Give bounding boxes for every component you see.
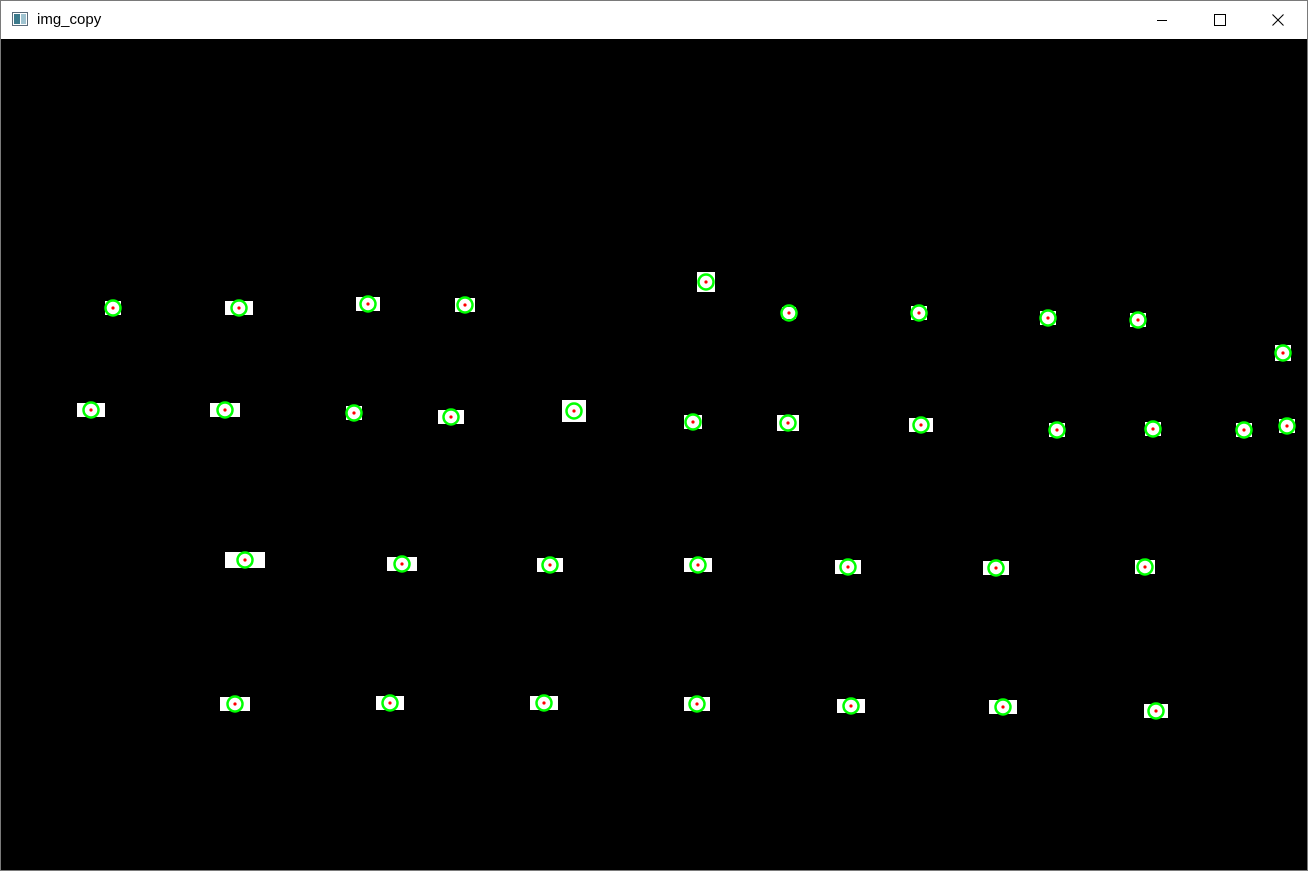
red-center-dot [846, 565, 850, 569]
detected-blob-marker [537, 556, 563, 574]
red-center-dot [352, 411, 356, 415]
detected-blob-marker [530, 694, 558, 712]
detected-blob-marker [1235, 421, 1253, 439]
red-center-dot [695, 702, 699, 706]
red-center-dot [1242, 428, 1246, 432]
detected-blob-marker [562, 400, 586, 422]
red-center-dot [572, 409, 576, 413]
detected-blob-marker [989, 698, 1017, 716]
detected-blob-marker [104, 299, 122, 317]
red-center-dot [786, 421, 790, 425]
detected-blob-marker [684, 695, 710, 713]
opencv-window-icon [12, 12, 28, 26]
detected-blob-marker [909, 416, 933, 434]
detected-blob-marker [77, 401, 105, 419]
maximize-icon [1214, 14, 1226, 26]
red-center-dot [223, 408, 227, 412]
red-center-dot [89, 408, 93, 412]
red-center-dot [994, 566, 998, 570]
close-icon [1272, 14, 1284, 26]
red-center-dot [400, 562, 404, 566]
red-center-dot [449, 415, 453, 419]
detection-markers [77, 272, 1296, 720]
maximize-button[interactable] [1191, 1, 1249, 39]
detected-blob-marker [777, 414, 799, 432]
window-title: img_copy [37, 11, 102, 28]
image-window: img_copy [0, 0, 1308, 871]
detected-blob-marker [225, 299, 253, 317]
detected-blob-marker [356, 295, 380, 313]
image-canvas[interactable] [1, 39, 1307, 870]
detected-blob-marker [376, 694, 404, 712]
detected-blob-marker [910, 304, 928, 322]
detected-blob-marker [387, 555, 417, 573]
title-bar[interactable]: img_copy [1, 1, 1307, 39]
red-center-dot [1136, 318, 1140, 322]
red-center-dot [1143, 565, 1147, 569]
red-center-dot [463, 303, 467, 307]
detected-blob-marker [1048, 421, 1066, 439]
close-button[interactable] [1249, 1, 1307, 39]
detected-blob-marker [438, 408, 464, 426]
detected-blob-marker [1278, 417, 1296, 435]
detected-blob-marker [684, 556, 712, 574]
detected-blob-marker [983, 559, 1009, 577]
red-center-dot [233, 702, 237, 706]
detected-blob-marker [345, 404, 363, 422]
red-center-dot [704, 280, 708, 284]
minimize-button[interactable] [1133, 1, 1191, 39]
red-center-dot [1285, 424, 1289, 428]
red-center-dot [1151, 427, 1155, 431]
red-center-dot [787, 311, 791, 315]
detected-blob-marker [220, 695, 250, 713]
red-center-dot [917, 311, 921, 315]
red-center-dot [366, 302, 370, 306]
detected-blob-marker [1039, 309, 1057, 327]
red-center-dot [1046, 316, 1050, 320]
detected-blob-marker [835, 558, 861, 576]
red-center-dot [237, 306, 241, 310]
red-center-dot [111, 306, 115, 310]
red-center-dot [388, 701, 392, 705]
detected-blob-marker [225, 551, 265, 569]
detected-blob-marker [1144, 420, 1162, 438]
detected-blob-marker [1274, 344, 1292, 362]
detected-blob-marker [1135, 558, 1155, 576]
detected-blob-marker [1144, 702, 1168, 720]
red-center-dot [542, 701, 546, 705]
detected-blob-marker [1129, 311, 1147, 329]
red-center-dot [849, 704, 853, 708]
detected-blob-marker [684, 413, 702, 431]
red-center-dot [1154, 709, 1158, 713]
minimize-icon [1157, 20, 1167, 21]
red-center-dot [1055, 428, 1059, 432]
detected-blob-marker [210, 401, 240, 419]
red-center-dot [548, 563, 552, 567]
red-center-dot [1001, 705, 1005, 709]
red-center-dot [691, 420, 695, 424]
detected-blob-marker [780, 304, 798, 322]
red-center-dot [243, 558, 247, 562]
red-center-dot [919, 423, 923, 427]
red-center-dot [1281, 351, 1285, 355]
detected-blob-marker [455, 296, 475, 314]
detected-blob-marker [697, 272, 715, 292]
red-center-dot [696, 563, 700, 567]
detected-blob-marker [837, 697, 865, 715]
